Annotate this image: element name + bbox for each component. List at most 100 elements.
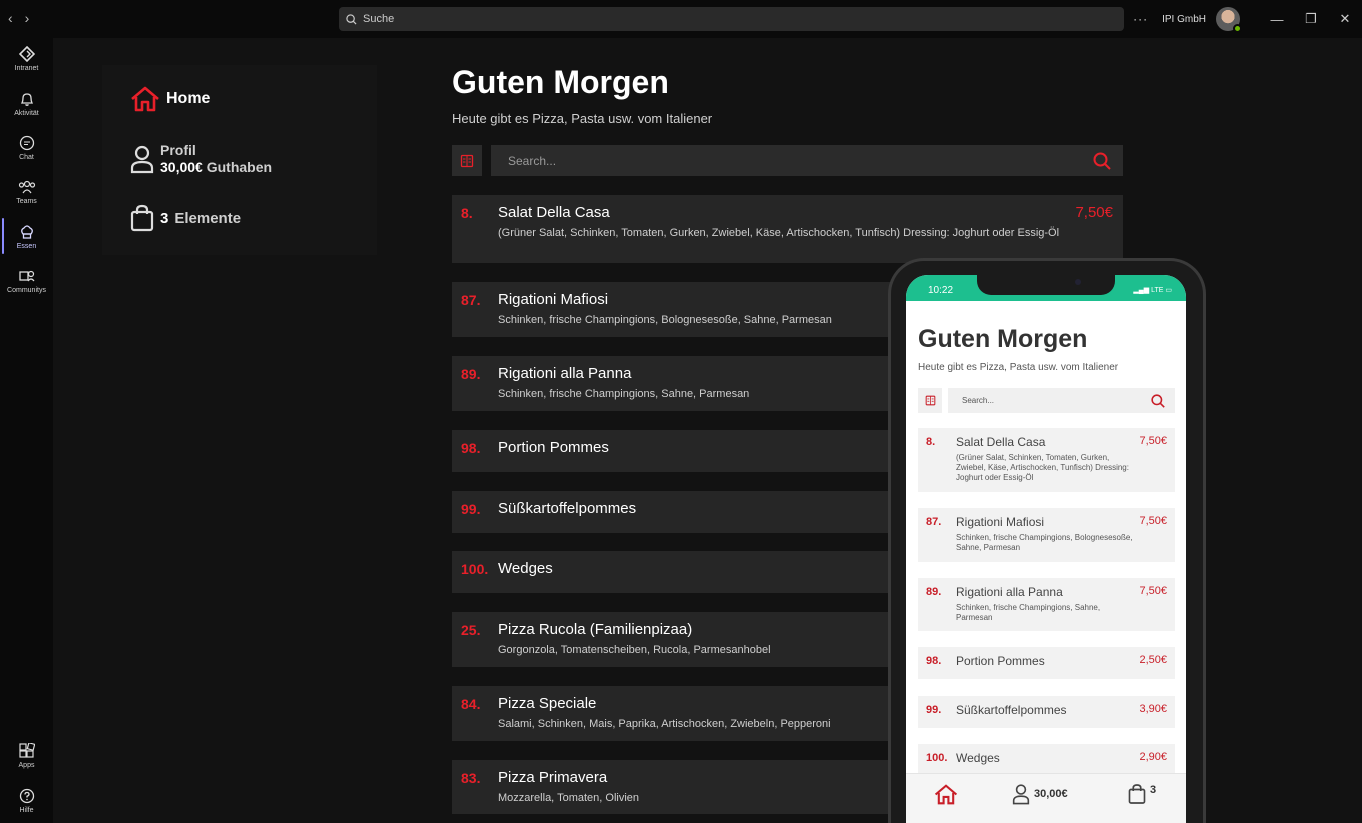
menu-item-number: 98. [461,440,481,456]
phone-menu-item[interactable]: 8. Salat Della Casa (Grüner Salat, Schin… [918,428,1175,492]
phone-menu-item[interactable]: 100. Wedges 2,90€ [918,744,1175,776]
menu-item-number: 100. [461,561,489,577]
avatar[interactable] [1216,7,1242,33]
presence-available-icon [1233,24,1242,33]
menu-item-description: Schinken, frische Champingions, Sahne, P… [956,603,1101,622]
menu-item-description: Schinken, frische Champingions, Bolognes… [956,533,1133,552]
sidebar-item-home[interactable]: Home [130,86,210,112]
rail-item-chat[interactable]: Chat [0,135,53,161]
menu-item-name: Rigationi alla Panna [956,585,1063,599]
phone-time: 10:22 [928,285,954,296]
menu-item-name: Wedges [498,560,553,577]
menu-item-number: 99. [461,501,481,517]
home-icon [131,86,159,112]
menu-item-number: 100. [926,752,948,764]
menu-item-description: (Grüner Salat, Schinken, Tomaten, Gurken… [498,227,1060,239]
menu-search-input[interactable]: Search... [491,145,1123,176]
sidebar-item-cart[interactable]: 3 Elemente [130,204,241,232]
forward-arrow-icon[interactable]: › [25,10,30,26]
shopping-bag-icon [1128,784,1146,804]
more-options-icon[interactable]: ··· [1133,12,1148,26]
menu-item-name: Süßkartoffelpommes [956,703,1067,717]
global-search-input[interactable]: Suche [339,7,1124,31]
rail-item-aktivitaet[interactable]: Aktivität [0,91,53,117]
communities-icon [18,270,34,282]
rail-item-intranet[interactable]: Intranet [0,46,53,72]
sidebar-item-profil[interactable]: Profil 30,00€ Guthaben [130,142,272,176]
sidebar-balance-value: 30,00€ [160,159,203,175]
teams-icon [18,180,35,194]
title-bar: ‹ › Suche ··· IPI GmbH — ❐ ✕ [0,0,1362,38]
menu-item-name: Portion Pommes [498,439,609,456]
rail-item-apps[interactable]: Apps [0,743,53,769]
menu-item-name: Rigationi Mafiosi [498,291,609,308]
menu-book-icon [925,395,935,406]
phone-search-input[interactable]: Search... [948,388,1175,413]
filter-button[interactable] [452,145,482,176]
menu-item-number: 25. [461,622,481,638]
phone-nav-cart[interactable]: 3 [1128,783,1156,805]
phone-menu-item[interactable]: 99. Süßkartoffelpommes 3,90€ [918,696,1175,728]
phone-nav-cart-count: 3 [1150,784,1157,796]
sidebar-cart-count: 3 [160,209,169,227]
menu-item-name: Salat Della Casa [956,435,1046,449]
menu-item-name: Süßkartoffelpommes [498,500,637,517]
phone-search-placeholder: Search... [962,396,995,405]
user-icon [130,145,154,174]
menu-item-price: 7,50€ [1139,515,1167,527]
menu-item-number: 84. [461,696,481,712]
close-button[interactable]: ✕ [1328,11,1362,27]
phone-nav-profil[interactable]: 30,00€ [1012,783,1068,805]
menu-item[interactable]: 8. Salat Della Casa (Grüner Salat, Schin… [452,195,1123,263]
phone-menu-item[interactable]: 89. Rigationi alla Panna Schinken, frisc… [918,578,1175,631]
minimize-button[interactable]: — [1260,12,1294,27]
rail-item-hilfe[interactable]: Hilfe [0,788,53,814]
phone-filter-button[interactable] [918,388,942,413]
sidebar-cart-label: Elemente [174,209,242,227]
chef-hat-icon [20,225,33,239]
menu-search-placeholder: Search... [508,153,557,168]
menu-item-name: Pizza Speciale [498,695,597,712]
rail-label-chat: Chat [19,154,34,161]
search-icon[interactable] [1151,393,1165,408]
page-title: Guten Morgen [452,64,669,100]
rail-label-hilfe: Hilfe [19,807,34,814]
menu-item-price: 7,50€ [1075,204,1113,221]
home-icon [934,784,958,805]
search-icon[interactable] [1093,152,1111,170]
phone-screen: 10:22 ▂▄▆ LTE ▭ Guten Morgen Heute gibt … [906,275,1186,823]
maximize-button[interactable]: ❐ [1294,11,1328,27]
menu-item-name: Pizza Primavera [498,769,608,786]
rail-label-apps: Apps [18,762,35,769]
menu-item-price: 3,90€ [1139,703,1167,715]
menu-item-name: Salat Della Casa [498,204,610,221]
phone-nav-balance: 30,00€ [1034,788,1068,800]
menu-item-name: Pizza Rucola (Familienpizaa) [498,621,693,638]
menu-item-name: Portion Pommes [956,654,1045,668]
menu-item-name: Rigationi Mafiosi [956,515,1045,529]
phone-notch [977,275,1115,295]
rail-item-teams[interactable]: Teams [0,179,53,205]
menu-item-number: 83. [461,770,481,786]
battery-icon: ▭ [1165,287,1172,294]
menu-item-price: 7,50€ [1139,585,1167,597]
app-rail: Intranet Aktivität Chat Teams Essen Comm… [0,38,53,823]
history-nav: ‹ › [8,10,29,26]
sidebar-profil-label: Profil [160,142,196,158]
rail-item-communitys[interactable]: Communitys [0,268,53,294]
rail-item-essen[interactable]: Essen [0,224,53,250]
title-bar-actions: ··· IPI GmbH — ❐ ✕ [1133,0,1362,38]
phone-menu-item[interactable]: 87. Rigationi Mafiosi Schinken, frische … [918,508,1175,562]
sidebar-balance-label: Guthaben [206,159,273,175]
chat-icon [19,135,34,151]
shopping-bag-icon [130,204,154,232]
phone-menu-item[interactable]: 98. Portion Pommes 2,50€ [918,647,1175,679]
org-name[interactable]: IPI GmbH [1162,14,1206,25]
phone-bottom-nav: 30,00€ 3 [906,773,1186,823]
global-search-placeholder: Suche [363,13,395,25]
back-arrow-icon[interactable]: ‹ [8,10,13,26]
signal-bars-icon: ▂▄▆ [1133,287,1150,294]
apps-icon [18,743,35,758]
phone-nav-home[interactable] [934,784,958,805]
menu-item-number: 89. [926,586,942,598]
